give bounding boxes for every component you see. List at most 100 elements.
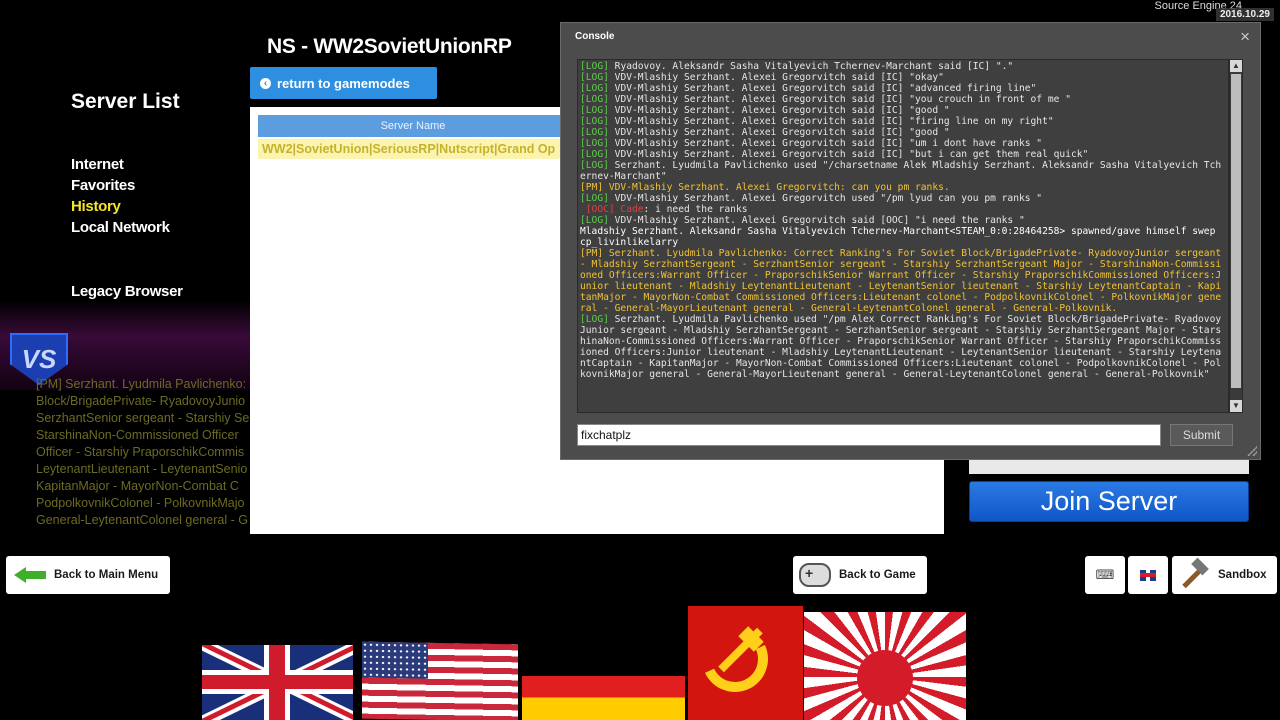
arrow-left-icon (14, 567, 46, 583)
console-line-text: VDV-Mlashiy Serzhant. Alexei Gregorvitch… (608, 94, 1071, 105)
console-line-text: Serzhant. Lyudmila Pavlichenko used "/ch… (580, 160, 1222, 182)
gamemode-title: NS - WW2SovietUnionRP (267, 35, 512, 58)
console-line-text: VDV-Mlashiy Serzhant. Alexei Gregorvitch… (603, 182, 950, 193)
console-line: [LOG] VDV-Mlashiy Serzhant. Alexei Grego… (580, 94, 1226, 105)
uk-flag (202, 645, 353, 720)
back-to-main-menu-button[interactable]: Back to Main Menu (6, 556, 170, 594)
console-line-text: VDV-Mlashiy Serzhant. Alexei Gregorvitch… (608, 127, 950, 138)
console-line: [LOG] VDV-Mlashiy Serzhant. Alexei Grego… (580, 83, 1226, 94)
column-header-server-name[interactable]: Server Name (258, 115, 568, 137)
console-line-tag: [LOG] (580, 94, 609, 105)
console-line: [LOG] VDV-Mlashiy Serzhant. Alexei Grego… (580, 127, 1226, 138)
console-line-tag: [LOG] (580, 116, 609, 127)
server-list-nav: Internet Favorites History Local Network (71, 156, 170, 240)
console-line: [LOG] VDV-Mlashiy Serzhant. Alexei Grego… (580, 138, 1226, 149)
gamepad-icon (799, 563, 831, 587)
console-line-tag: [PM] (580, 248, 604, 259)
console-line-tag: [LOG] (580, 149, 609, 160)
hammer-icon (1178, 560, 1208, 590)
console-line-tag: [LOG] (580, 72, 609, 83)
console-line-text: VDV-Mlashiy Serzhant. Alexei Gregorvitch… (608, 138, 1043, 149)
console-line: [LOG] VDV-Mlashiy Serzhant. Alexei Grego… (580, 215, 1226, 226)
console-line-text: Ryadovoy. Aleksandr Sasha Vitalyevich Tc… (608, 61, 1014, 72)
back-circle-icon: ‹ (260, 77, 271, 89)
console-line-text: Serzhant. Lyudmila Pavlichenko used "/pm… (580, 314, 1222, 380)
date-badge: 2016.10.29 (1215, 8, 1274, 21)
console-line-tag: [LOG] (580, 314, 609, 325)
background-chat-line: [PM] Serzhant. Lyudmila Pavlichenko: C (36, 377, 256, 391)
nav-item-local-network[interactable]: Local Network (71, 219, 170, 240)
close-icon[interactable]: × (1240, 27, 1250, 47)
back-to-game-button[interactable]: Back to Game (793, 556, 927, 594)
console-line-text: VDV-Mlashiy Serzhant. Alexei Gregorvitch… (608, 215, 1025, 226)
console-line-tag: [LOG] (580, 105, 609, 116)
background-chat-line: LeytenantLieutenant - LeytenantSenio (36, 462, 248, 476)
legacy-browser-link[interactable]: Legacy Browser (71, 283, 183, 300)
uk-flag-icon (1140, 569, 1156, 581)
console-line-tag: [LOG] (580, 83, 609, 94)
console-line-tag: [LOG] (580, 215, 609, 226)
console-line: [LOG] VDV-Mlashiy Serzhant. Alexei Grego… (580, 72, 1226, 83)
controller-settings-button[interactable]: ⌨ (1085, 556, 1125, 594)
console-window[interactable]: Console × [LOG] Ryadovoy. Aleksandr Sash… (560, 22, 1261, 460)
rising-sun-flag (804, 612, 966, 720)
console-line: [LOG] VDV-Mlashiy Serzhant. Alexei Grego… (580, 105, 1226, 116)
console-input[interactable]: fixchatplz (577, 424, 1161, 446)
console-line-tag: [OOC] Cade (580, 204, 644, 215)
back-game-label: Back to Game (839, 569, 916, 581)
germany-flag (522, 654, 685, 720)
console-line-text: VDV-Mlashiy Serzhant. Alexei Gregorvitch… (608, 105, 950, 116)
us-flag (362, 641, 518, 720)
controller-icon: ⌨ (1095, 567, 1115, 582)
console-log[interactable]: [LOG] Ryadovoy. Aleksandr Sasha Vitalyev… (577, 59, 1229, 413)
console-line: [OOC] Cade: i need the ranks (580, 204, 1226, 215)
console-line: [LOG] Serzhant. Lyudmila Pavlichenko use… (580, 314, 1226, 380)
console-line: [LOG] VDV-Mlashiy Serzhant. Alexei Grego… (580, 149, 1226, 160)
return-label: return to gamemodes (277, 75, 410, 91)
console-line-text: VDV-Mlashiy Serzhant. Alexei Gregorvitch… (608, 149, 1089, 160)
sandbox-label: Sandbox (1218, 569, 1267, 581)
scroll-thumb[interactable] (1231, 74, 1241, 388)
console-line-text: : i need the ranks (643, 204, 748, 215)
resize-grip-icon[interactable] (1247, 446, 1257, 456)
background-chat-line: General-LeytenantColonel general - G (36, 513, 248, 527)
sandbox-button[interactable]: Sandbox (1172, 556, 1277, 594)
console-line-tag: [PM] (580, 182, 604, 193)
background-chat-line: SerzhantSenior sergeant - Starshiy Se (36, 411, 250, 425)
console-line-text: Mladshiy Serzhant. Aleksandr Sasha Vital… (580, 226, 1222, 248)
console-line: [LOG] Serzhant. Lyudmila Pavlichenko use… (580, 160, 1226, 182)
console-line: [PM] Serzhant. Lyudmila Pavlichenko: Cor… (580, 248, 1226, 314)
background-chat-line: KapitanMajor - MayorNon-Combat C (36, 479, 239, 493)
console-line-text: Serzhant. Lyudmila Pavlichenko: Correct … (580, 248, 1227, 314)
nav-item-history[interactable]: History (71, 198, 170, 219)
back-main-label: Back to Main Menu (54, 569, 159, 581)
background-chat-line: Block/BrigadePrivate- RyadovoyJunio (36, 394, 246, 408)
scroll-up-icon[interactable]: ▲ (1230, 60, 1242, 72)
console-line: [LOG] VDV-Mlashiy Serzhant. Alexei Grego… (580, 116, 1226, 127)
language-button[interactable] (1128, 556, 1168, 594)
server-list-title: Server List (71, 90, 180, 113)
console-line: [PM] VDV-Mlashiy Serzhant. Alexei Gregor… (580, 182, 1226, 193)
background-chat-line: StarshinaNon-Commissioned Officer (36, 428, 239, 442)
background-chat-text: [PM] Serzhant. Lyudmila Pavlichenko: C B… (36, 376, 256, 536)
background-chat-line: Officer - Starshiy PraporschikCommis (36, 445, 245, 459)
nav-item-internet[interactable]: Internet (71, 156, 170, 177)
background-chat-line: PodpolkovnikColonel - PolkovnikMajo (36, 496, 245, 510)
console-line: Mladshiy Serzhant. Aleksandr Sasha Vital… (580, 226, 1226, 248)
submit-button[interactable]: Submit (1170, 424, 1233, 446)
join-server-button[interactable]: Join Server (969, 481, 1249, 522)
console-scrollbar[interactable]: ▲ ▼ (1229, 59, 1243, 413)
table-row[interactable]: WW2|SovietUnion|SeriousRP|Nutscript|Gran… (258, 139, 568, 159)
console-line-tag: [LOG] (580, 61, 609, 72)
console-line: [LOG] Ryadovoy. Aleksandr Sasha Vitalyev… (580, 61, 1226, 72)
console-line-text: VDV-Mlashiy Serzhant. Alexei Gregorvitch… (608, 83, 1037, 94)
console-line-tag: [LOG] (580, 160, 609, 171)
console-title: Console (575, 31, 615, 42)
scroll-down-icon[interactable]: ▼ (1230, 400, 1242, 412)
return-to-gamemodes-button[interactable]: ‹ return to gamemodes (250, 67, 437, 99)
console-line-tag: [LOG] (580, 127, 609, 138)
nav-item-favorites[interactable]: Favorites (71, 177, 170, 198)
console-line-text: VDV-Mlashiy Serzhant. Alexei Gregorvitch… (608, 116, 1054, 127)
console-line: [LOG] VDV-Mlashiy Serzhant. Alexei Grego… (580, 193, 1226, 204)
console-line-tag: [LOG] (580, 138, 609, 149)
